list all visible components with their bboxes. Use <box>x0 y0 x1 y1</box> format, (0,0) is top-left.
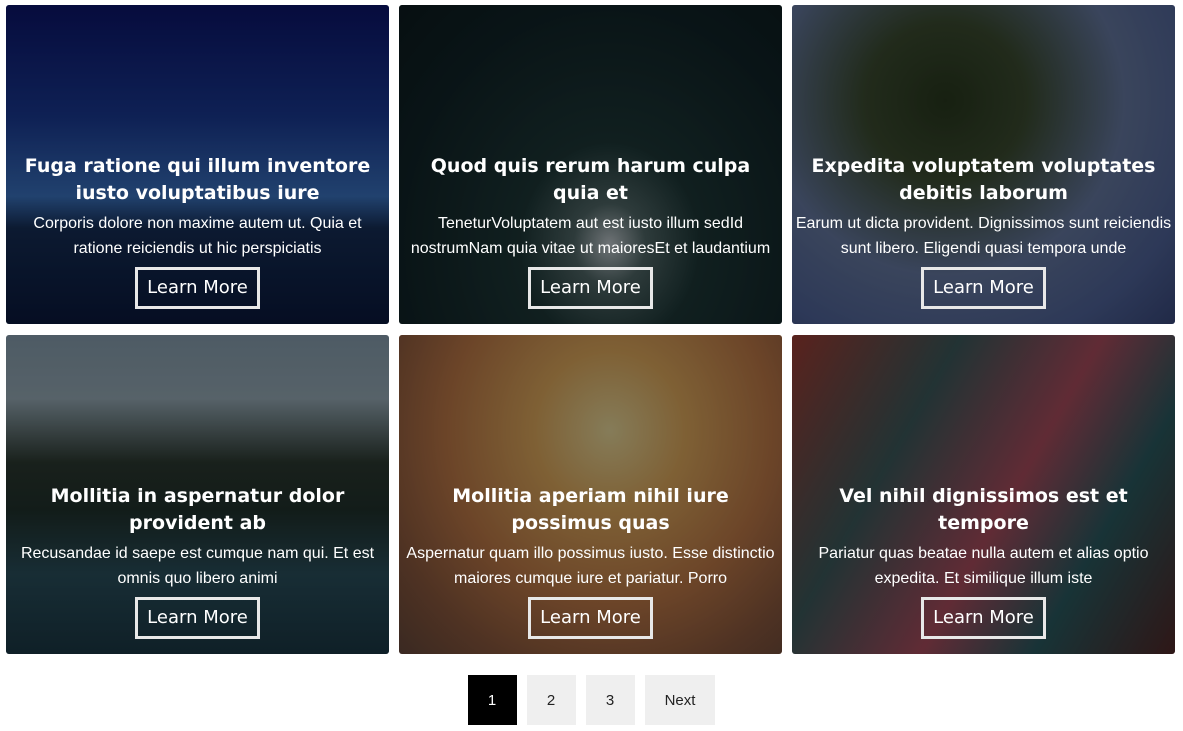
card-text: Earum ut dicta provident. Dignissimos su… <box>795 215 1172 257</box>
card-text: Recusandae id saepe est cumque nam qui. … <box>20 545 375 587</box>
page-3-button[interactable]: 3 <box>585 675 635 725</box>
card-title: Mollitia in aspernatur dolor provident a… <box>50 485 345 534</box>
card-title: Expedita voluptatem voluptates debitis l… <box>811 155 1156 204</box>
card-text: TeneturVoluptatem aut est iusto illum se… <box>410 215 771 257</box>
card: Vel nihil dignissimos est et tempore Par… <box>792 335 1175 654</box>
card-title: Quod quis rerum harum culpa quia et <box>430 155 751 204</box>
learn-more-button[interactable]: Learn More <box>921 267 1046 309</box>
card-title: Fuga ratione qui illum inventore iusto v… <box>24 155 371 204</box>
card-text: Aspernatur quam illo possimus iusto. Ess… <box>406 545 775 587</box>
learn-more-button[interactable]: Learn More <box>135 267 260 309</box>
card: Mollitia aperiam nihil iure possimus qua… <box>399 335 782 654</box>
card: Quod quis rerum harum culpa quia et Tene… <box>399 5 782 324</box>
page-1-button[interactable]: 1 <box>467 675 517 725</box>
card-title: Mollitia aperiam nihil iure possimus qua… <box>452 485 729 534</box>
page-2-button[interactable]: 2 <box>526 675 576 725</box>
learn-more-button[interactable]: Learn More <box>135 597 260 639</box>
card-grid: Fuga ratione qui illum inventore iusto v… <box>0 0 1183 731</box>
card: Mollitia in aspernatur dolor provident a… <box>6 335 389 654</box>
card-title: Vel nihil dignissimos est et tempore <box>839 485 1128 534</box>
card-text: Corporis dolore non maxime autem ut. Qui… <box>33 215 362 257</box>
learn-more-button[interactable]: Learn More <box>528 597 653 639</box>
learn-more-button[interactable]: Learn More <box>921 597 1046 639</box>
pagination: 1 2 3 Next <box>0 675 1183 725</box>
card: Fuga ratione qui illum inventore iusto v… <box>6 5 389 324</box>
card-text: Pariatur quas beatae nulla autem et alia… <box>818 545 1149 587</box>
card: Expedita voluptatem voluptates debitis l… <box>792 5 1175 324</box>
next-page-button[interactable]: Next <box>644 675 716 725</box>
learn-more-button[interactable]: Learn More <box>528 267 653 309</box>
